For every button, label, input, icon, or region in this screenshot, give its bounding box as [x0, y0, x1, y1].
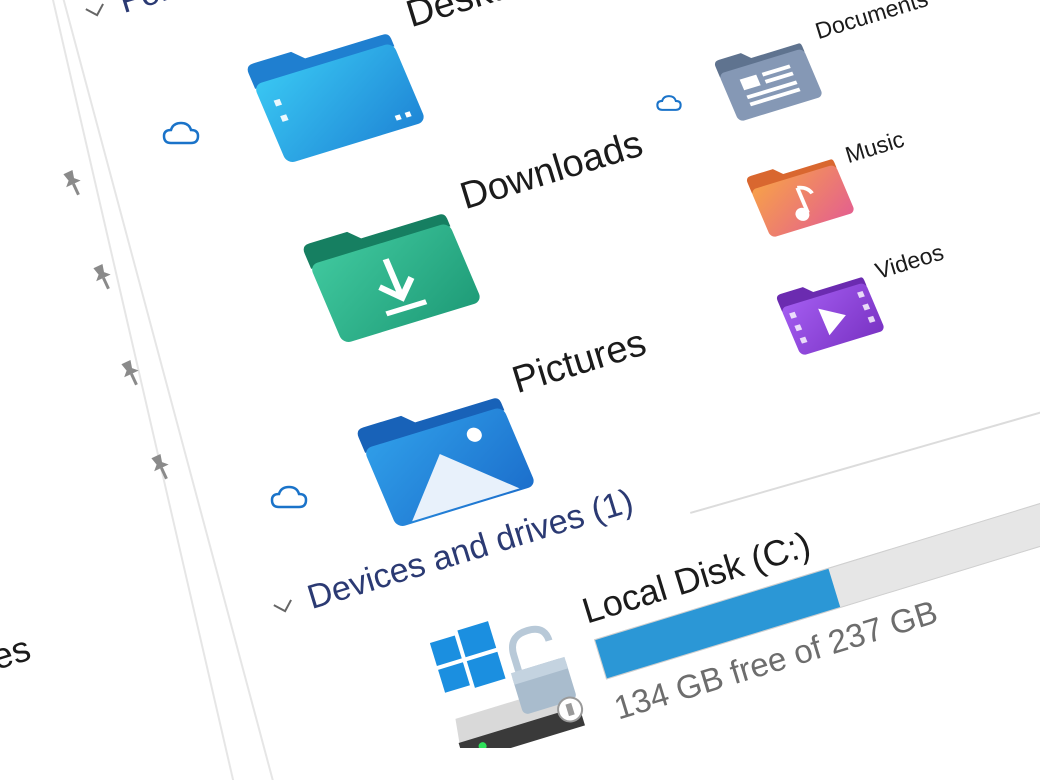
music-folder-icon[interactable] — [740, 147, 860, 242]
pin-icon[interactable] — [83, 257, 123, 297]
chevron-down-icon[interactable] — [270, 596, 298, 618]
pin-icon[interactable] — [111, 353, 151, 393]
pin-icon[interactable] — [141, 447, 181, 487]
folder-label[interactable]: Pictures — [507, 322, 651, 403]
folder-label[interactable]: Downloads — [455, 123, 647, 219]
sidebar-item-label[interactable]: es — [0, 627, 35, 678]
drive-tile[interactable]: Local Disk (C:) 134 GB free of 237 GB — [577, 465, 1040, 780]
cloud-icon — [270, 485, 308, 509]
chevron-down-icon[interactable] — [82, 0, 110, 22]
cloud-icon — [162, 121, 200, 145]
group-title: Folde — [115, 0, 208, 22]
documents-folder-icon[interactable] — [708, 31, 828, 126]
local-disk-bitlocker-icon[interactable] — [430, 618, 600, 748]
pictures-folder-icon[interactable] — [346, 378, 542, 535]
downloads-folder-icon[interactable] — [292, 194, 488, 351]
folder-label[interactable]: Documents — [812, 0, 931, 45]
sidebar-divider — [60, 0, 275, 780]
cloud-icon — [656, 95, 682, 111]
folder-label[interactable]: Desktop — [401, 0, 547, 37]
desktop-folder-icon[interactable] — [236, 14, 432, 171]
group-header-folders[interactable]: Folde — [79, 0, 208, 33]
videos-folder-icon[interactable] — [770, 265, 890, 360]
sidebar-divider — [52, 0, 239, 780]
group-separator — [690, 407, 1040, 514]
folder-label[interactable]: Videos — [872, 239, 947, 285]
file-explorer-home: es Folde Desktop — [0, 0, 1040, 780]
pin-icon[interactable] — [53, 163, 93, 203]
folder-label[interactable]: Music — [842, 126, 907, 169]
